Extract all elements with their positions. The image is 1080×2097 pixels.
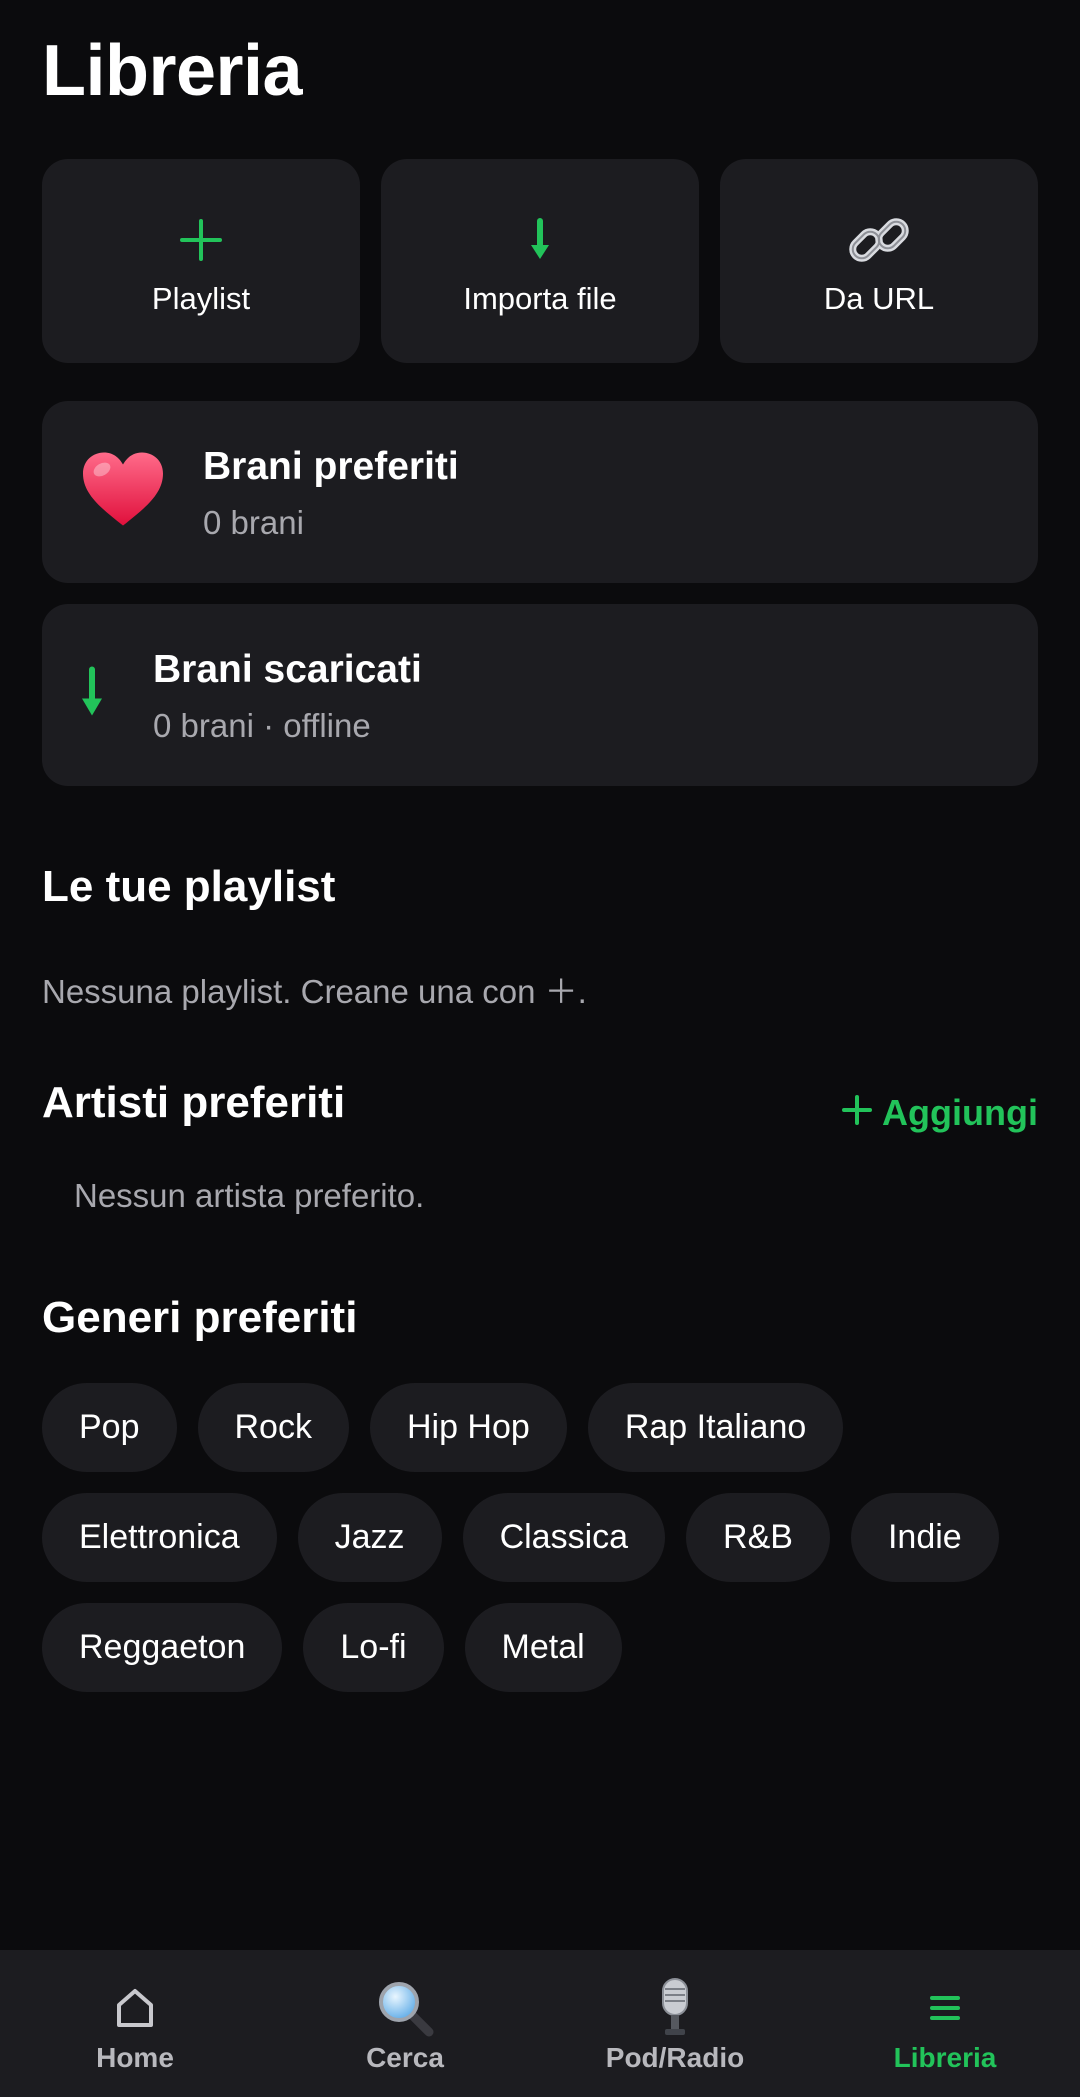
nav-pod-radio[interactable]: Pod/Radio bbox=[540, 1950, 810, 2097]
genre-chip-jazz[interactable]: Jazz bbox=[297, 1493, 442, 1582]
library-icon bbox=[929, 1978, 961, 2038]
genre-chip-elettronica[interactable]: Elettronica bbox=[42, 1493, 277, 1582]
genre-chip-rap-italiano[interactable]: Rap Italiano bbox=[587, 1383, 844, 1472]
new-playlist-button[interactable]: Playlist bbox=[42, 159, 360, 363]
genre-chip-rock[interactable]: Rock bbox=[197, 1383, 349, 1472]
genre-chip-reggaeton[interactable]: Reggaeton bbox=[42, 1603, 283, 1692]
favorite-tracks-card[interactable]: Brani preferiti 0 brani bbox=[42, 401, 1038, 583]
downloaded-tracks-card[interactable]: Brani scaricati 0 brani · offline bbox=[42, 604, 1038, 786]
link-icon bbox=[845, 205, 913, 275]
add-artist-button[interactable]: Aggiungi bbox=[842, 1092, 1038, 1134]
nav-search-label: Cerca bbox=[366, 2042, 444, 2073]
quick-actions: Playlist Importa file Da URL bbox=[42, 159, 1038, 363]
genre-chip-classica[interactable]: Classica bbox=[462, 1493, 666, 1582]
genre-chip-rnb[interactable]: R&B bbox=[686, 1493, 830, 1582]
from-url-label: Da URL bbox=[823, 281, 935, 316]
favorite-tracks-title: Brani preferiti bbox=[203, 445, 459, 488]
genre-chip-indie[interactable]: Indie bbox=[850, 1493, 999, 1582]
bottom-navigation: Home Cerca Pod/Radio Libreria bbox=[0, 1950, 1080, 2097]
nav-pod-radio-label: Pod/Radio bbox=[605, 2042, 745, 2073]
import-file-button[interactable]: Importa file bbox=[381, 159, 699, 363]
import-file-label: Importa file bbox=[463, 281, 617, 316]
genre-chips: Pop Rock Hip Hop Rap Italiano Elettronic… bbox=[42, 1383, 1042, 1713]
playlists-heading: Le tue playlist bbox=[42, 862, 336, 911]
playlists-empty-text: Nessuna playlist. Creane una con ＋. bbox=[42, 973, 587, 1010]
nav-library[interactable]: Libreria bbox=[810, 1950, 1080, 2097]
genre-row: Pop Rock Hip Hop Rap Italiano bbox=[42, 1383, 1042, 1472]
microphone-icon bbox=[655, 1978, 695, 2038]
nav-library-label: Libreria bbox=[893, 2042, 997, 2073]
downloaded-tracks-title: Brani scaricati bbox=[153, 648, 422, 691]
genre-row: Reggaeton Lo-fi Metal bbox=[42, 1603, 1042, 1692]
heart-icon bbox=[80, 450, 166, 535]
genre-chip-hip-hop[interactable]: Hip Hop bbox=[369, 1383, 567, 1472]
favorite-genres-heading: Generi preferiti bbox=[42, 1293, 358, 1342]
genre-chip-lofi[interactable]: Lo-fi bbox=[303, 1603, 444, 1692]
genre-row: Elettronica Jazz Classica R&B Indie bbox=[42, 1493, 1042, 1582]
page-title: Libreria bbox=[42, 31, 303, 111]
nav-search[interactable]: Cerca bbox=[270, 1950, 540, 2097]
new-playlist-label: Playlist bbox=[151, 281, 251, 316]
plus-icon bbox=[842, 1092, 873, 1134]
add-artist-label: Aggiungi bbox=[882, 1092, 1038, 1133]
favorite-tracks-count: 0 brani bbox=[203, 504, 304, 541]
download-arrow-icon bbox=[528, 205, 552, 275]
nav-home[interactable]: Home bbox=[0, 1950, 270, 2097]
nav-home-label: Home bbox=[96, 2042, 174, 2073]
from-url-button[interactable]: Da URL bbox=[720, 159, 1038, 363]
download-arrow-icon bbox=[80, 666, 104, 724]
downloaded-tracks-count: 0 brani · offline bbox=[153, 707, 371, 744]
genre-chip-pop[interactable]: Pop bbox=[42, 1383, 177, 1472]
genre-chip-metal[interactable]: Metal bbox=[464, 1603, 622, 1692]
artists-empty-text: Nessun artista preferito. bbox=[74, 1177, 425, 1214]
plus-icon bbox=[178, 205, 224, 275]
search-icon bbox=[375, 1978, 435, 2038]
home-icon bbox=[115, 1978, 155, 2038]
favorite-artists-heading: Artisti preferiti bbox=[42, 1078, 346, 1127]
